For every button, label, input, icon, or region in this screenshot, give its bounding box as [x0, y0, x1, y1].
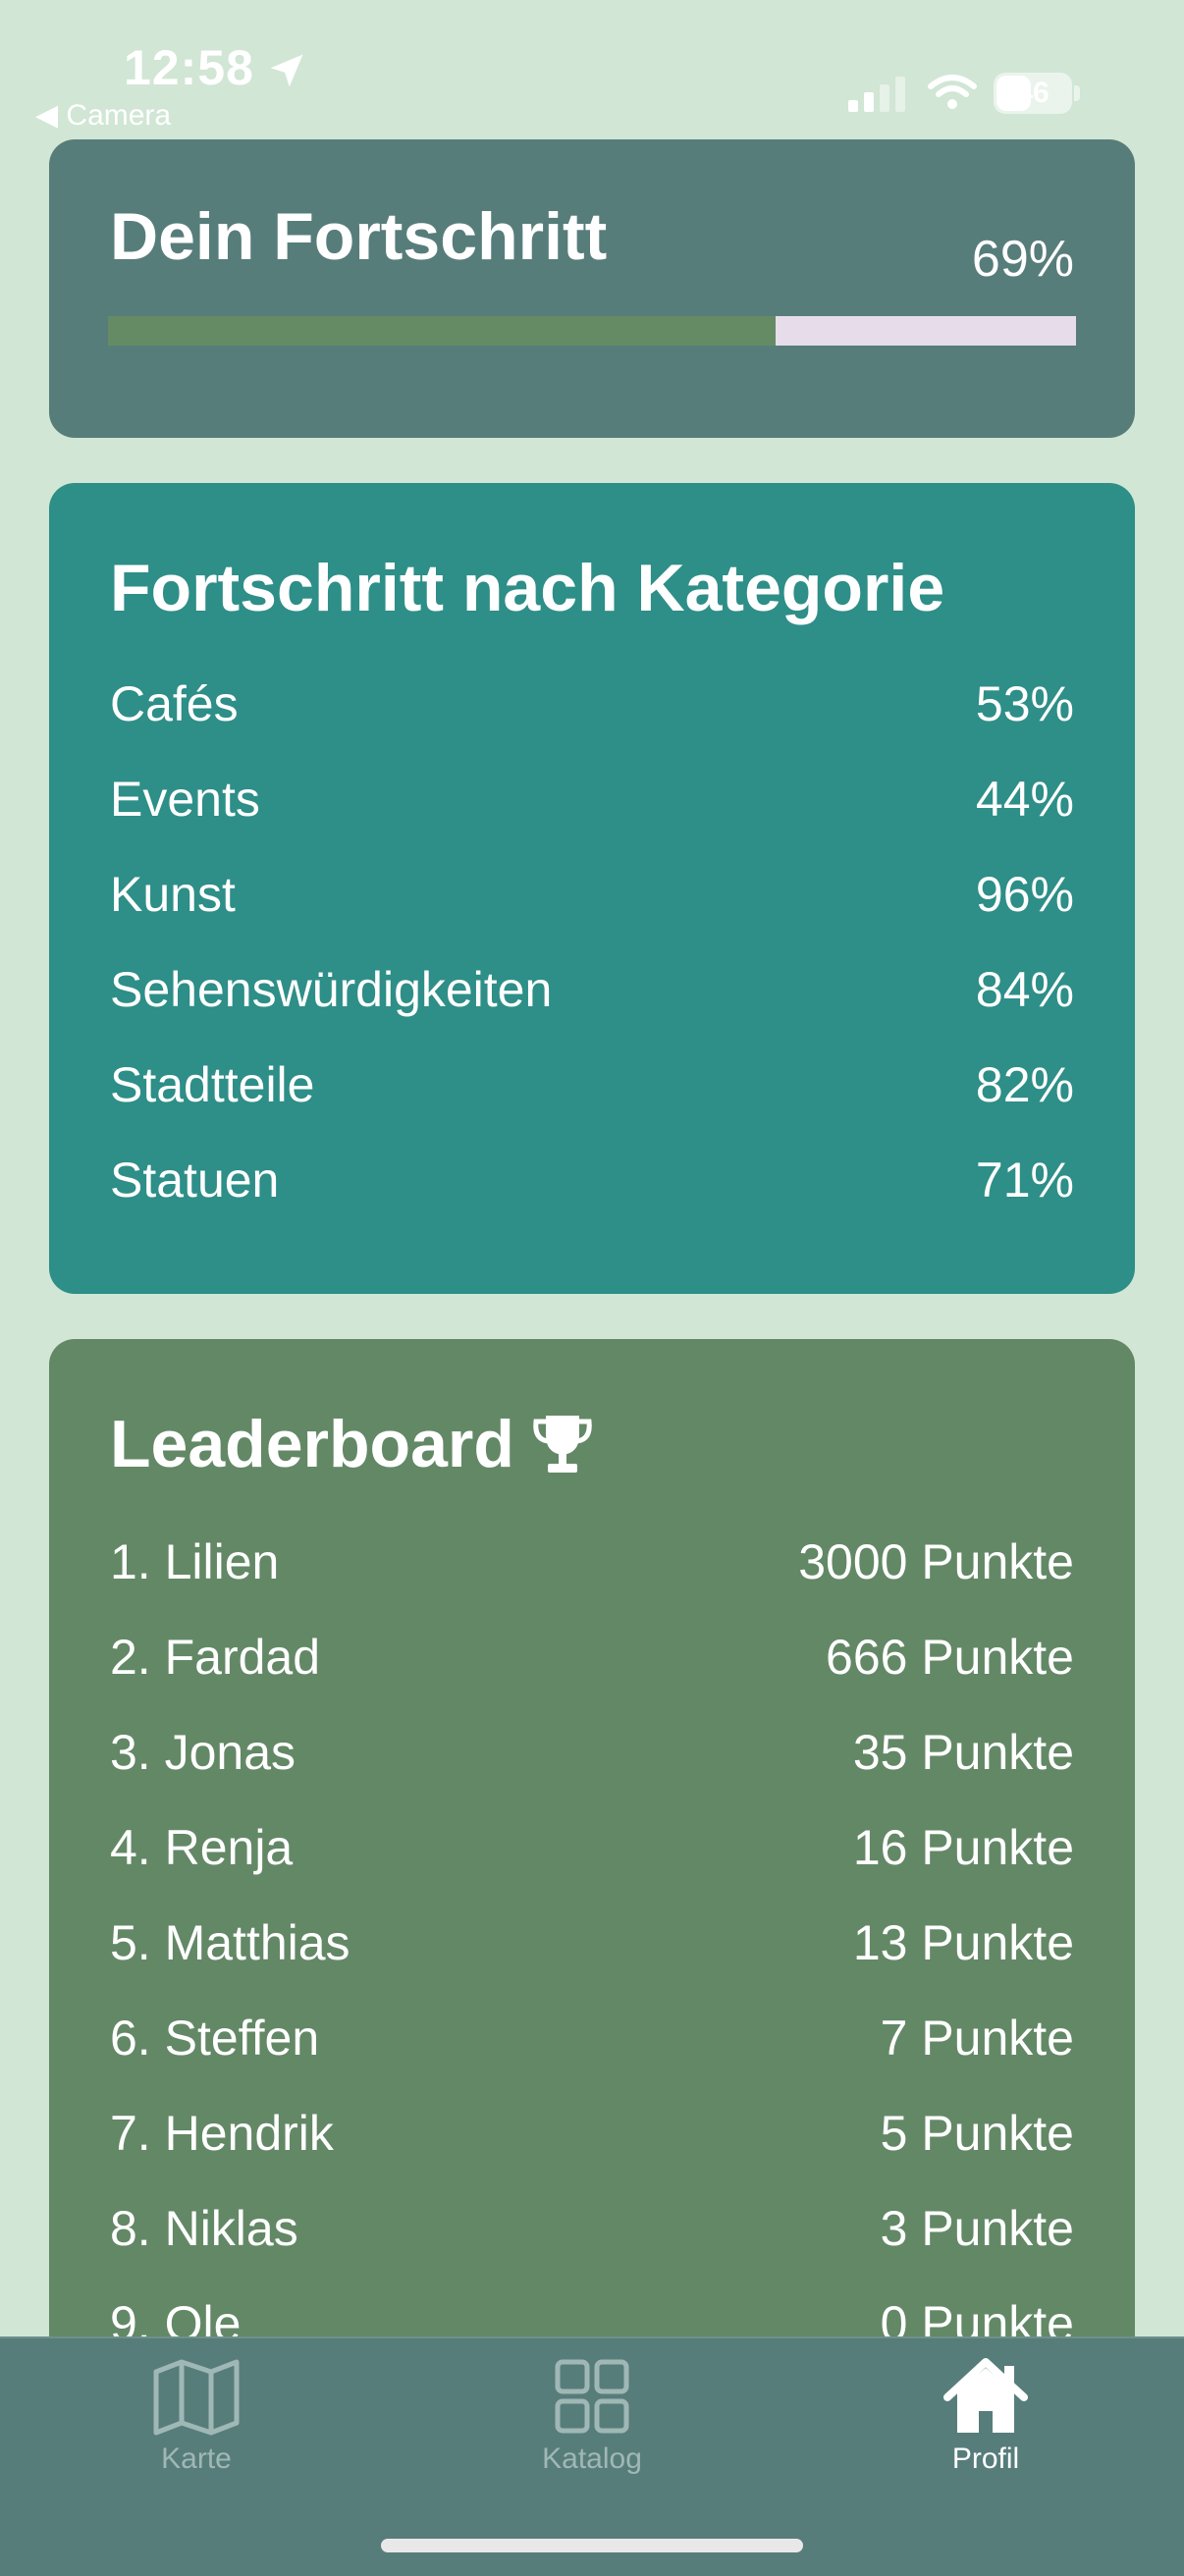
category-label: Statuen	[110, 1153, 280, 1208]
player-points: 5 Punkte	[880, 2106, 1074, 2161]
player-name: 2. Fardad	[110, 1630, 321, 1685]
map-icon	[153, 2359, 240, 2436]
player-points: 7 Punkte	[880, 2011, 1074, 2066]
player-name: 5. Matthias	[110, 1915, 350, 1970]
player-points: 3000 Punkte	[798, 1534, 1074, 1589]
category-label: Stadtteile	[110, 1057, 315, 1112]
leaderboard-card: Leaderboard 1. Lilien 3000 Punkte 2. Far…	[49, 1339, 1135, 2419]
tab-label: Karte	[161, 2442, 232, 2475]
player-name: 4. Renja	[110, 1820, 294, 1875]
category-percent: 82%	[975, 1057, 1074, 1112]
back-to-camera-link[interactable]: ◀ Camera	[35, 98, 171, 133]
battery-level: 46	[1016, 77, 1049, 109]
leaderboard-row: 3. Jonas 35 Punkte	[110, 1724, 1074, 1783]
player-points: 3 Punkte	[880, 2201, 1074, 2256]
category-percent: 96%	[975, 867, 1074, 922]
category-row: Cafés 53%	[110, 675, 1074, 734]
category-progress-card: Fortschritt nach Kategorie Cafés 53% Eve…	[49, 483, 1135, 1294]
category-label: Events	[110, 772, 260, 827]
player-points: 13 Punkte	[852, 1915, 1074, 1970]
trophy-icon	[533, 1416, 592, 1473]
progress-card: Dein Fortschritt 69%	[49, 139, 1135, 438]
category-row: Stadtteile 82%	[110, 1056, 1074, 1115]
player-name: 7. Hendrik	[110, 2106, 334, 2161]
category-percent: 84%	[975, 962, 1074, 1017]
category-row: Sehenswürdigkeiten 84%	[110, 961, 1074, 1020]
category-row: Kunst 96%	[110, 866, 1074, 925]
leaderboard-row: 1. Lilien 3000 Punkte	[110, 1533, 1074, 1592]
cellular-signal-icon	[848, 77, 905, 112]
home-indicator[interactable]	[381, 2539, 803, 2552]
tab-label: Katalog	[542, 2442, 642, 2475]
grid-icon	[555, 2359, 629, 2434]
leaderboard-row: 2. Fardad 666 Punkte	[110, 1629, 1074, 1688]
player-points: 35 Punkte	[852, 1725, 1074, 1780]
leaderboard-row: 8. Niklas 3 Punkte	[110, 2200, 1074, 2259]
category-title: Fortschritt nach Kategorie	[110, 551, 945, 625]
category-percent: 44%	[975, 772, 1074, 827]
tab-profil[interactable]: Profil	[868, 2358, 1103, 2515]
category-row: Statuen 71%	[110, 1152, 1074, 1210]
category-percent: 71%	[975, 1153, 1074, 1208]
leaderboard-row: 4. Renja 16 Punkte	[110, 1819, 1074, 1878]
player-name: 1. Lilien	[110, 1534, 280, 1589]
status-time: 12:58	[124, 40, 254, 95]
category-label: Kunst	[110, 867, 236, 922]
progress-bar	[108, 316, 1076, 346]
player-points: 16 Punkte	[852, 1820, 1074, 1875]
category-row: Events 44%	[110, 771, 1074, 830]
leaderboard-row: 7. Hendrik 5 Punkte	[110, 2105, 1074, 2164]
house-icon	[943, 2358, 1028, 2433]
progress-bar-fill	[108, 316, 777, 346]
leaderboard-header: Leaderboard	[110, 1406, 597, 1482]
status-bar: 12:58 ◀ Camera 46	[0, 0, 1184, 137]
player-name: 6. Steffen	[110, 2011, 320, 2066]
tab-karte[interactable]: Karte	[79, 2358, 314, 2515]
battery-icon: 46	[994, 73, 1080, 114]
progress-title: Dein Fortschritt	[110, 199, 608, 274]
leaderboard-title: Leaderboard	[110, 1407, 514, 1481]
category-label: Cafés	[110, 676, 239, 731]
tab-label: Profil	[951, 2442, 1020, 2475]
category-percent: 53%	[975, 676, 1074, 731]
progress-percent: 69%	[971, 231, 1074, 288]
player-name: 8. Niklas	[110, 2201, 298, 2256]
category-label: Sehenswürdigkeiten	[110, 962, 553, 1017]
player-points: 666 Punkte	[826, 1630, 1074, 1685]
leaderboard-row: 5. Matthias 13 Punkte	[110, 1914, 1074, 1973]
player-name: 3. Jonas	[110, 1725, 296, 1780]
location-arrow-icon	[270, 54, 303, 87]
wifi-icon	[928, 75, 977, 109]
leaderboard-row: 6. Steffen 7 Punkte	[110, 2010, 1074, 2068]
tab-katalog[interactable]: Katalog	[474, 2358, 710, 2515]
